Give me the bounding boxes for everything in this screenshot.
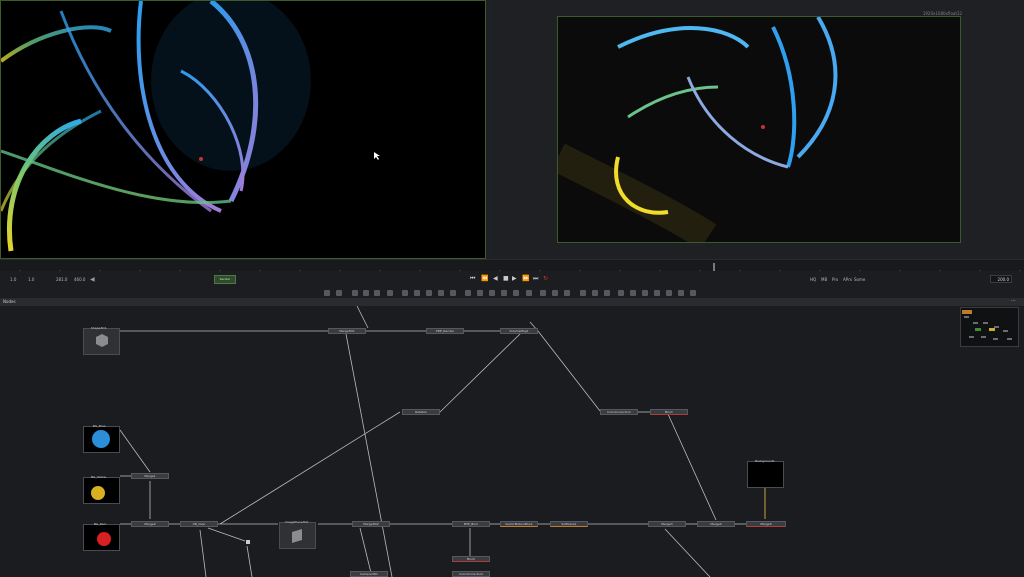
quality-hq[interactable]: HQ xyxy=(810,277,816,282)
shape3d-thumbnail[interactable] xyxy=(83,328,120,355)
tool-icon-4[interactable] xyxy=(363,290,369,296)
bg-yellow-label: BG_Yellow xyxy=(91,475,107,479)
shape3d-icon xyxy=(96,334,108,347)
transport-bar: 1.0 1.0 281.0 460.0 ◀ Render ⏮ ⏪ ◀ ■ ▶ ⏩… xyxy=(0,271,1024,288)
tool-icon-22[interactable] xyxy=(592,290,598,296)
soft-glow-node[interactable]: SoftGlow1 xyxy=(550,521,588,527)
render-start[interactable]: 281.0 xyxy=(56,277,67,282)
loop-icon[interactable]: ↻ xyxy=(543,275,548,282)
node-connections xyxy=(119,306,766,577)
rotate-node[interactable]: Rotate1 xyxy=(402,409,440,415)
tool-icon-15[interactable] xyxy=(501,290,507,296)
merge3d2-node[interactable]: Merge3D2 xyxy=(352,521,390,527)
tool-icon-9[interactable] xyxy=(426,290,432,296)
viewers-area: 1920x1080xfloat32 xyxy=(0,0,1024,275)
image-plane-icon xyxy=(292,529,302,543)
node-minimap[interactable] xyxy=(960,307,1019,347)
tool-icon-11[interactable] xyxy=(450,290,456,296)
tool-icon-2[interactable] xyxy=(336,290,342,296)
nodes-panel-header: Nodes ··· xyxy=(0,298,1024,306)
minimap-preview xyxy=(962,310,1012,340)
tool-icon-5[interactable] xyxy=(374,290,380,296)
tool-icon-7[interactable] xyxy=(402,290,408,296)
blur2-node[interactable]: Blur2 xyxy=(452,556,490,562)
stop-icon[interactable]: ■ xyxy=(503,275,509,282)
tool-icon-24[interactable] xyxy=(618,290,624,296)
panel-options-icon[interactable]: ··· xyxy=(1011,298,1016,304)
go-start-icon[interactable]: ⏮ xyxy=(470,275,475,283)
tool-icon-30[interactable] xyxy=(690,290,696,296)
render-button[interactable]: Render xyxy=(214,275,236,284)
merge4-node[interactable]: Merge4 xyxy=(697,521,735,527)
tool-icon-1[interactable] xyxy=(324,290,330,296)
transport-field-1[interactable]: 1.0 xyxy=(10,277,16,282)
go-end-icon[interactable]: ⏭ xyxy=(533,275,538,283)
tool-icon-26[interactable] xyxy=(642,290,648,296)
background-label: Background1 xyxy=(755,459,775,463)
shape3d-label: Shape3D1 xyxy=(91,326,107,330)
volume-mag-node[interactable]: VolumeMag1 xyxy=(500,328,538,334)
render-end[interactable]: 460.0 xyxy=(74,277,85,282)
bg-yellow-preview xyxy=(84,478,119,503)
merge5-node[interactable]: Merge5 xyxy=(746,521,786,527)
color-corrector2-node[interactable]: ColorCorrector2 xyxy=(452,571,490,577)
background-thumbnail[interactable] xyxy=(747,461,784,488)
step-back-icon[interactable]: ⏪ xyxy=(481,275,488,282)
quality-some[interactable]: Some xyxy=(854,277,865,282)
play-reverse-icon[interactable]: ◀ xyxy=(493,275,498,282)
tool-icon-3[interactable] xyxy=(352,290,358,296)
color-corrector-node[interactable]: ColorCorrector1 xyxy=(600,409,638,415)
cb-over-node[interactable]: CB_Over xyxy=(180,521,218,527)
tool-icon-10[interactable] xyxy=(438,290,444,296)
tool-icon-12[interactable] xyxy=(465,290,471,296)
merge3-node[interactable]: Merge3 xyxy=(648,521,686,527)
tool-icon-28[interactable] xyxy=(666,290,672,296)
audio-icon[interactable]: ◀ xyxy=(90,276,95,283)
bg-blue-preview xyxy=(84,427,119,452)
merge1-node[interactable]: Merge1 xyxy=(131,473,169,479)
vector-motion-blur-node[interactable]: VectorMotionBlur1 xyxy=(500,521,538,527)
tool-icon-6[interactable] xyxy=(387,290,393,296)
merge3d-node[interactable]: Merge3D1 xyxy=(328,328,366,334)
tool-icon-14[interactable] xyxy=(489,290,495,296)
left-viewer-render xyxy=(1,1,380,252)
quality-aprx[interactable]: APrx xyxy=(843,277,852,282)
tool-icon-21[interactable] xyxy=(580,290,586,296)
right-viewer-render xyxy=(558,17,960,242)
node-editor[interactable]: Shape3D1 Merge3D1 PDE_Render VolumeMag1 … xyxy=(0,306,1024,577)
tool-icon-8[interactable] xyxy=(414,290,420,296)
tool-icon-29[interactable] xyxy=(678,290,684,296)
image-plane-label: ImagePlane3D1 xyxy=(285,520,309,524)
play-icon[interactable]: ▶ xyxy=(512,275,517,282)
tool-icon-27[interactable] xyxy=(654,290,660,296)
quality-mb[interactable]: MB xyxy=(821,277,827,282)
tool-icon-20[interactable] xyxy=(564,290,570,296)
bg-red-label: BG_Red xyxy=(94,522,106,526)
tool-icon-18[interactable] xyxy=(540,290,546,296)
current-frame-field[interactable]: 200.0 xyxy=(990,275,1012,283)
quality-prx[interactable]: Prx xyxy=(832,277,838,282)
merge2-node[interactable]: Merge2 xyxy=(131,521,169,527)
bg-red-preview xyxy=(84,525,119,550)
bg-red-thumbnail[interactable] xyxy=(83,524,120,551)
tool-icon-13[interactable] xyxy=(477,290,483,296)
tool-icon-19[interactable] xyxy=(552,290,558,296)
image-plane-thumbnail[interactable] xyxy=(279,522,316,549)
bg-blue-thumbnail[interactable] xyxy=(83,426,120,453)
nodes-panel-title: Nodes xyxy=(3,299,16,304)
bg-blue-label: BG_Blue xyxy=(93,424,106,428)
step-forward-icon[interactable]: ⏩ xyxy=(522,275,529,282)
bg-yellow-thumbnail[interactable] xyxy=(83,477,120,504)
right-viewer[interactable] xyxy=(557,16,961,243)
pde-render-node[interactable]: PDE_Render xyxy=(426,328,464,334)
tool-icon-25[interactable] xyxy=(630,290,636,296)
transport-field-2[interactable]: 1.0 xyxy=(28,277,34,282)
tool-icon-17[interactable] xyxy=(526,290,532,296)
tool-icon-16[interactable] xyxy=(513,290,519,296)
tool-icon-23[interactable] xyxy=(604,290,610,296)
pde-burn-node[interactable]: PDE_Burn xyxy=(452,521,490,527)
camera3d-node[interactable]: Camera3D1 xyxy=(350,571,388,577)
blur1-node[interactable]: Blur1 xyxy=(650,409,688,415)
left-viewer[interactable] xyxy=(0,0,486,259)
